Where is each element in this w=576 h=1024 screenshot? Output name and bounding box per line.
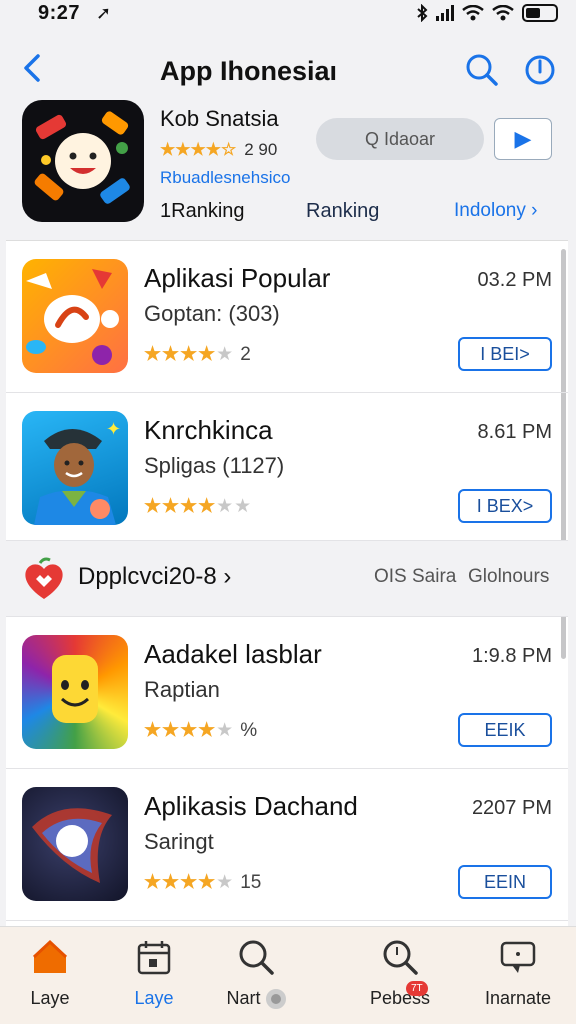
notification-badge: 7T — [406, 981, 428, 996]
ranking-tab[interactable]: Ranking — [306, 200, 379, 223]
featured-app-icon[interactable] — [22, 100, 144, 222]
section-title: Dpplcvci20-8 › — [78, 563, 232, 590]
tab-label: Pebess — [369, 988, 431, 1008]
signal-icon — [436, 5, 454, 21]
heart-icon — [25, 557, 63, 599]
app-icon: ✦ — [22, 411, 128, 525]
status-bar: 9:27 ➚ — [0, 0, 576, 32]
tab-search[interactable]: Nart — [206, 937, 306, 1010]
search-icon — [383, 940, 418, 975]
app-rating: ★★★★★ 2 — [144, 343, 251, 366]
location-arrow-icon: ➚ — [96, 3, 112, 23]
tab-label-text: Nart — [226, 988, 261, 1008]
tab-label: Laye — [134, 988, 174, 1008]
app-subtitle: Saringt — [144, 829, 214, 854]
battery-icon — [522, 4, 558, 22]
tab-label: Nart — [206, 988, 306, 1010]
wifi-icon — [492, 5, 514, 21]
bluetooth-icon — [417, 4, 428, 22]
tab-calendar[interactable]: Laye — [104, 937, 204, 1009]
app-time: 1:9.8 PM — [471, 645, 552, 667]
rating-note: % — [240, 720, 258, 741]
app-title: Aplikasi Popular — [144, 263, 331, 293]
app-time: 8.61 PM — [477, 421, 552, 443]
ranking-label: 1Ranking — [160, 200, 245, 222]
app-time: 03.2 PM — [477, 269, 552, 291]
tab-label: Laye — [30, 988, 70, 1008]
app-icon — [22, 635, 128, 749]
featured-app-name: Kob Snatsia — [160, 106, 279, 131]
search-icon — [239, 940, 274, 975]
app-action-button[interactable]: I BEX> — [458, 489, 552, 523]
list-item[interactable]: Aplikasis Dachand Saringt ★★★★★ 15 2207 P… — [6, 769, 568, 921]
star-empty-icons: ★ — [216, 344, 235, 365]
rating-note: 15 — [240, 872, 262, 893]
play-button[interactable]: ▶ — [494, 118, 552, 160]
list-item[interactable]: ✦ Knrchkinca Spligas (1127) ★★★★★★ 8.61 … — [6, 393, 568, 541]
calendar-icon — [137, 941, 171, 975]
tab-discover[interactable]: 7T Pebess — [350, 937, 450, 1009]
star-empty-icons: ★ — [216, 872, 235, 893]
app-icon — [22, 787, 128, 901]
featured-app-rating: ★★★★☆ 2 90 — [160, 140, 277, 160]
record-icon — [265, 989, 286, 1010]
tab-bar: Laye Laye Nart 7T Pebess Inarnate — [0, 926, 576, 1024]
developer-link[interactable]: Rbuadlesnehsico — [160, 168, 290, 188]
nav-bar: App Ihonesiaı — [0, 48, 576, 96]
tab-messages[interactable]: Inarnate — [468, 937, 568, 1009]
app-icon — [22, 259, 128, 373]
star-icons: ★★★★ — [144, 720, 217, 741]
app-subtitle: Spligas (1127) — [144, 453, 285, 478]
rating-note: 2 — [240, 344, 251, 365]
share-icon[interactable] — [524, 52, 556, 88]
rating-value: 2 90 — [244, 140, 278, 159]
star-empty-icons: ★ — [216, 720, 235, 741]
app-action-button[interactable]: EEIK — [458, 713, 552, 747]
app-action-button[interactable]: EEIN — [458, 865, 552, 899]
tab-label: Inarnate — [484, 988, 552, 1008]
section-header[interactable]: Dpplcvci20-8 › OIS Saira Glolnours — [6, 541, 568, 617]
star-icons: ★★★★ — [144, 872, 217, 893]
chevron-left-icon[interactable] — [20, 50, 46, 86]
get-button[interactable]: Q Idaoar — [316, 118, 484, 160]
ranking-more-link[interactable]: Indolony › — [454, 200, 537, 222]
app-list: Aplikasi Popular Goptan: (303) ★★★★★ 2 03… — [6, 240, 568, 926]
page-title: App Ihonesiaı — [160, 56, 338, 86]
section-link-2[interactable]: Glolnours — [468, 566, 549, 588]
tab-home[interactable]: Laye — [0, 937, 100, 1009]
app-rating: ★★★★★★ — [144, 495, 258, 518]
list-item[interactable]: Aplikasi Popular Goptan: (303) ★★★★★ 2 03… — [6, 241, 568, 393]
app-rating: ★★★★★% — [144, 719, 257, 742]
wifi-icon — [462, 5, 484, 21]
app-subtitle: Goptan: (303) — [144, 301, 280, 326]
star-icons: ★★★★ — [144, 496, 217, 517]
app-time: 2207 PM — [471, 797, 552, 819]
svg-text:✦: ✦ — [106, 419, 121, 440]
app-action-button[interactable]: I BEI> — [458, 337, 552, 371]
star-empty-icons: ★★ — [216, 496, 253, 517]
app-title: Aplikasis Dachand — [144, 791, 358, 821]
app-rating: ★★★★★ 15 — [144, 871, 261, 894]
section-link-1[interactable]: OIS Saira — [374, 566, 456, 588]
app-subtitle: Raptian — [144, 677, 220, 702]
status-time: 9:27 — [38, 2, 81, 24]
app-title: Aadakel lasblar — [144, 639, 322, 669]
list-item[interactable]: Aadakel lasblar Raptian ★★★★★% 1:9.8 PM … — [6, 617, 568, 769]
status-icons — [416, 4, 558, 22]
star-icons: ★★★★☆ — [160, 140, 237, 159]
star-icons: ★★★★ — [144, 344, 217, 365]
home-icon — [32, 939, 68, 973]
featured-app-header: Kob Snatsia ★★★★☆ 2 90 Rbuadlesnehsico Q … — [0, 100, 576, 230]
chat-icon — [500, 941, 536, 973]
app-title: Knrchkinca — [144, 415, 273, 445]
search-icon[interactable] — [464, 52, 500, 88]
